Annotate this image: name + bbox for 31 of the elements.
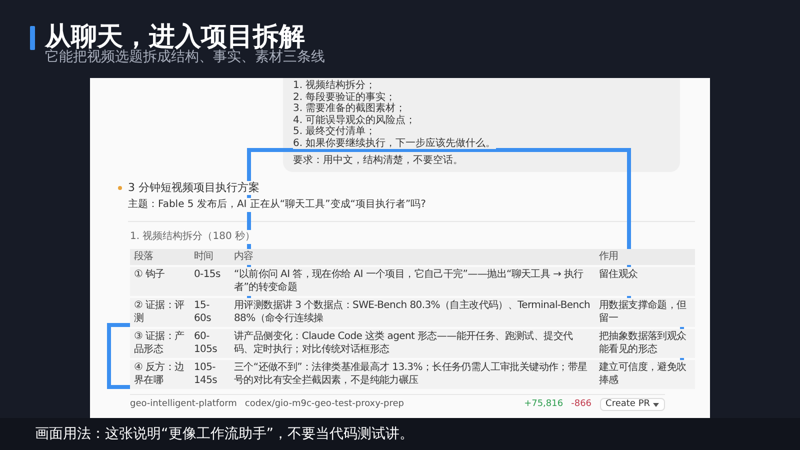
accent-bar bbox=[30, 26, 35, 50]
table-cell: ② 证据：评测 bbox=[130, 297, 190, 328]
create-pr-button[interactable]: Create PR bbox=[600, 398, 665, 411]
column-header: 内容 bbox=[230, 248, 595, 266]
table-cell: ④ 反方：边界在哪 bbox=[130, 359, 190, 390]
table-cell: 60-105s bbox=[190, 328, 230, 359]
table-cell: 三个“还做不到”：法律类基准最高才 13.3%；长任务仍需人工审批关键动作；带星号的对比有安全拦截因素，不是纯能力碾压 bbox=[230, 359, 595, 390]
table-cell: ③ 证据：产品形态 bbox=[130, 328, 190, 359]
table-cell: “以前你问 AI 答，现在你给 AI 一个项目，它自己干完”——抛出“聊天工具 → 执行者”的转变命题 bbox=[230, 266, 595, 297]
table-cell: 建立可信度，避免吹捧感 bbox=[595, 359, 695, 390]
bullet-dot bbox=[118, 186, 122, 190]
table-cell: 把抽象数据落到观众能看见的形态 bbox=[595, 328, 695, 359]
column-header: 作用 bbox=[595, 248, 695, 266]
table-cell: 0-15s bbox=[190, 266, 230, 297]
table-cell: 讲产品侧变化：Claude Code 这类 agent 形态——能开任务、跑测试、提交代码、定时执行；对比传统对话框形态 bbox=[230, 328, 595, 359]
deletions-count: -866 bbox=[571, 399, 592, 410]
caret-icon bbox=[653, 402, 659, 406]
table-cell: ① 钩子 bbox=[130, 266, 190, 297]
plan-heading: 3 分钟短视频项目执行方案 bbox=[128, 180, 260, 194]
repository-name: geo-intelligent-platform bbox=[130, 399, 237, 410]
caption-text: 画面用法：这张说明“更像工作流助手”，不要当代码测试讲。 bbox=[35, 425, 414, 443]
table-cell: 用数据支撑命题，但留一 bbox=[595, 297, 695, 328]
table-cell: 留住观众 bbox=[595, 266, 695, 297]
table-cell: 105-145s bbox=[190, 359, 230, 390]
table-cell: 用评测数据讲 3 个数据点：SWE-Bench 80.3%（自主改代码）、Terminal-Bench 88%（命令行连续操 bbox=[230, 297, 595, 328]
additions-count: +75,816 bbox=[524, 399, 564, 410]
column-header: 段落 bbox=[130, 248, 190, 266]
column-header: 时间 bbox=[190, 248, 230, 266]
table-cell: 15-60s bbox=[190, 297, 230, 328]
branch-name: codex/gio-m9c-geo-test-proxy-prep bbox=[244, 399, 404, 410]
plan-topic: 主题：Fable 5 发布后，AI 正在从“聊天工具”变成“项目执行者”吗? bbox=[128, 198, 426, 212]
